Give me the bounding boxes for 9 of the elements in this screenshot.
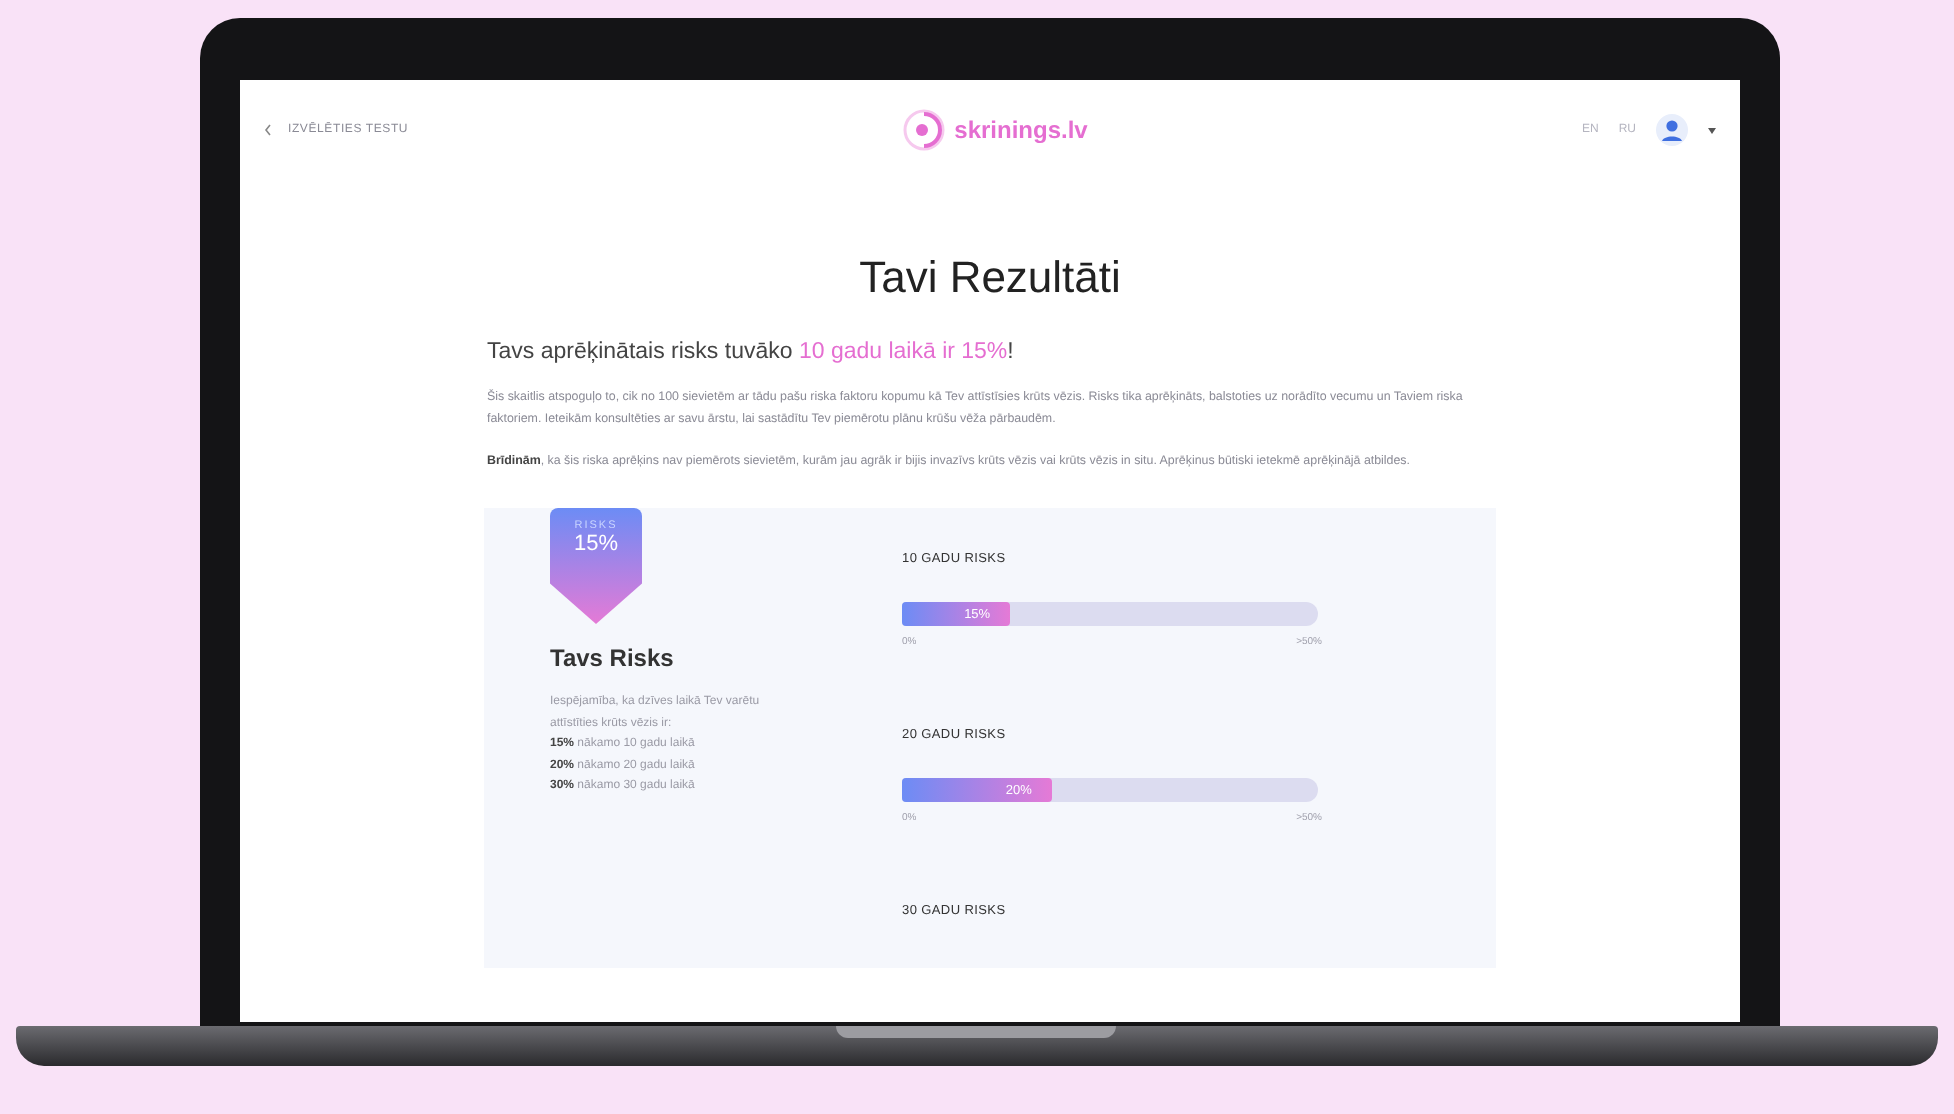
badge-value: 15%	[573, 532, 619, 556]
caret-down-icon[interactable]	[1707, 127, 1716, 133]
user-avatar-icon[interactable]	[1655, 114, 1688, 146]
chevron-left-icon	[264, 124, 272, 136]
page-title: Tavi Rezultāti	[859, 252, 1121, 304]
logo-icon	[902, 108, 947, 152]
card-heading: Tavs Risks	[550, 644, 676, 672]
logo-link[interactable]: skrinings.lv	[902, 108, 1088, 152]
risk-headline: Tavs aprēķinātais risks tuvāko 10 gadu laikā ir 15%!	[487, 340, 1016, 364]
